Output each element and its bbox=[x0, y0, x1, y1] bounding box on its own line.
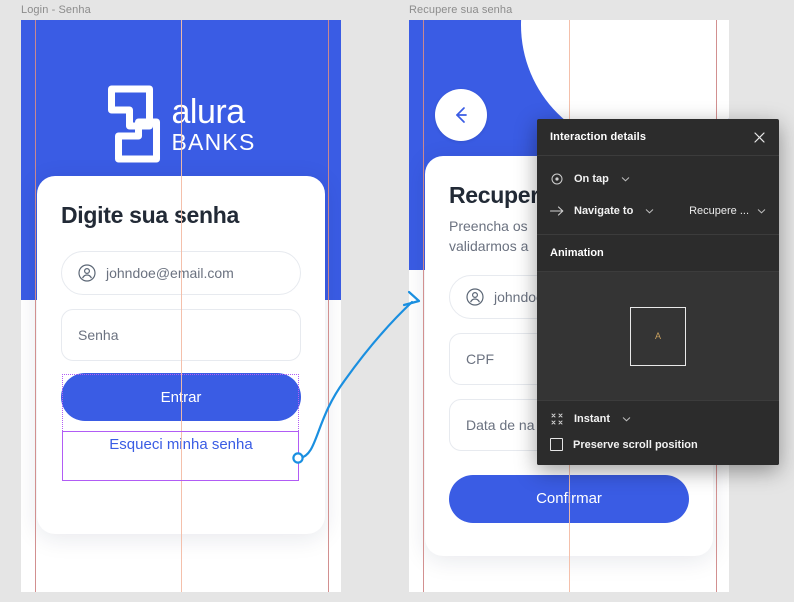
panel-footer: Instant Preserve scroll position bbox=[537, 401, 779, 465]
recover-subtitle-line1: Preencha os bbox=[449, 218, 528, 234]
animation-type-label: Instant bbox=[574, 413, 611, 425]
animation-preview-frame: A bbox=[630, 306, 686, 366]
action-label: Navigate to bbox=[574, 205, 634, 217]
frame-title-login[interactable]: Login - Senha bbox=[21, 4, 91, 16]
alura-logo-mark bbox=[108, 85, 161, 163]
chevron-down-icon[interactable] bbox=[622, 414, 631, 424]
frame-title-recupere[interactable]: Recupere sua senha bbox=[409, 4, 512, 16]
layout-guide bbox=[181, 20, 182, 592]
panel-header: Interaction details bbox=[537, 119, 779, 156]
action-row[interactable]: Navigate to Recupere ... bbox=[550, 200, 766, 222]
preserve-scroll-label: Preserve scroll position bbox=[573, 438, 698, 451]
destination-dropdown[interactable]: Recupere ... bbox=[689, 205, 766, 217]
close-icon[interactable] bbox=[753, 131, 766, 144]
trigger-row[interactable]: On tap bbox=[550, 168, 766, 190]
panel-title: Interaction details bbox=[550, 131, 647, 143]
layout-guide bbox=[35, 20, 36, 592]
destination-label: Recupere ... bbox=[689, 205, 749, 217]
figma-canvas: Login - Senha alura BANKS Digite sua sen… bbox=[0, 0, 794, 602]
arrow-right-icon bbox=[550, 206, 564, 216]
animation-section-title: Animation bbox=[537, 235, 779, 272]
logo-wordmark: alura bbox=[171, 92, 246, 131]
preserve-scroll-checkbox[interactable] bbox=[550, 438, 563, 451]
recover-subtitle-line2: validarmos a bbox=[449, 237, 529, 254]
logo-subtext: BANKS bbox=[171, 128, 256, 155]
user-icon bbox=[78, 264, 96, 282]
birthdate-field-placeholder: Data de na bbox=[466, 416, 535, 433]
password-field-placeholder: Senha bbox=[78, 327, 119, 343]
chevron-down-icon[interactable] bbox=[645, 206, 654, 216]
back-button[interactable] bbox=[435, 89, 487, 141]
animation-preview: A bbox=[537, 272, 779, 401]
cpf-field-placeholder: CPF bbox=[466, 350, 494, 367]
layout-guide bbox=[423, 20, 424, 592]
layout-guide bbox=[328, 20, 329, 592]
preserve-scroll-row[interactable]: Preserve scroll position bbox=[550, 438, 766, 451]
instant-icon bbox=[550, 413, 564, 425]
email-field-value: johndoe@email.com bbox=[106, 265, 234, 281]
arrow-left-icon bbox=[456, 107, 467, 123]
panel-interaction-section: On tap Navigate to Recupere ... bbox=[537, 156, 779, 235]
chevron-down-icon[interactable] bbox=[621, 174, 630, 184]
trigger-label: On tap bbox=[574, 173, 609, 185]
user-icon bbox=[466, 288, 484, 306]
chevron-down-icon[interactable] bbox=[757, 206, 766, 216]
tap-target-icon bbox=[550, 173, 564, 185]
animation-type-row[interactable]: Instant bbox=[550, 413, 766, 425]
interaction-details-panel[interactable]: Interaction details On tap Navigate to R… bbox=[537, 119, 779, 465]
